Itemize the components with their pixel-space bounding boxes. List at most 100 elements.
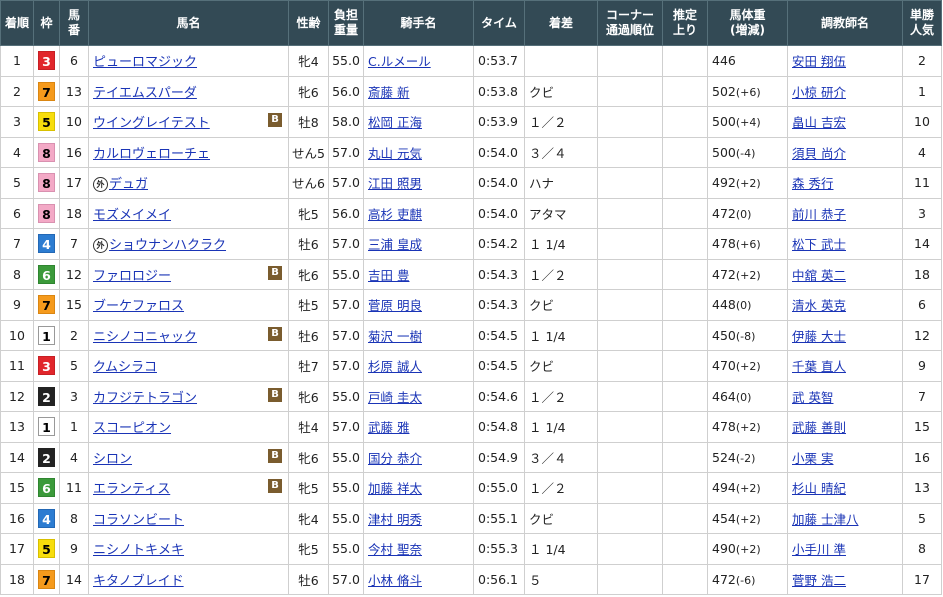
body-weight-change: (+2): [735, 482, 761, 496]
rank-cell: 7: [0, 228, 34, 260]
trainer-link[interactable]: 小手川 準: [792, 542, 846, 557]
time-cell: 0:54.5: [473, 350, 525, 382]
trainer-link[interactable]: 畠山 吉宏: [792, 115, 846, 130]
trainer-link[interactable]: 千葉 直人: [792, 359, 846, 374]
body-weight-value: 490: [712, 541, 736, 557]
horse-link[interactable]: カルロヴェローチェ: [93, 147, 210, 162]
body-weight-value: 472: [712, 571, 736, 587]
horse-cell: ファロロジー B: [88, 258, 289, 290]
trainer-link[interactable]: 小椋 研介: [792, 85, 846, 100]
table-row: 17 5 9 ニシノトキメキ 牝5 55.0 今村 聖奈 0:55.3 １ 1/4 490(+2)…: [0, 533, 942, 565]
horse-link[interactable]: カフジテトラゴン: [93, 391, 197, 406]
waku-badge: 6: [38, 264, 55, 284]
jockey-link[interactable]: 菊沢 一樹: [368, 329, 422, 344]
horse-link[interactable]: ピューロマジック: [93, 55, 197, 70]
waku-badge: 7: [38, 569, 55, 589]
trainer-link[interactable]: 武 英智: [792, 390, 833, 405]
jockey-link[interactable]: 江田 照男: [368, 176, 422, 191]
rank-cell: 10: [0, 319, 34, 351]
popularity-cell: 5: [902, 502, 942, 534]
margin-cell: クビ: [524, 289, 598, 321]
margin-cell: ５: [524, 563, 598, 595]
corner-cell: [597, 136, 663, 168]
body-weight-cell: 478(+2): [707, 411, 788, 443]
horse-cell: 外デュガ: [88, 167, 289, 199]
jockey-link[interactable]: 国分 恭介: [368, 451, 422, 466]
jockey-link[interactable]: 小林 脩斗: [368, 573, 422, 588]
trainer-link[interactable]: 安田 翔伍: [792, 54, 846, 69]
trainer-link[interactable]: 小栗 実: [792, 451, 833, 466]
jockey-link[interactable]: 今村 聖奈: [368, 542, 422, 557]
horse-link[interactable]: シロン: [93, 452, 132, 467]
header-waku: 枠: [33, 0, 60, 46]
body-weight-value: 464: [712, 388, 736, 404]
waku-cell: 1: [33, 319, 60, 351]
horse-link[interactable]: ファロロジー: [93, 269, 171, 284]
horse-link[interactable]: コラソンビート: [93, 513, 184, 528]
jockey-link[interactable]: 加藤 祥太: [368, 481, 422, 496]
horse-link[interactable]: テイエムスパーダ: [93, 86, 197, 101]
jockey-link[interactable]: 武藤 雅: [368, 420, 409, 435]
header-sexage: 性齢: [288, 0, 329, 46]
trainer-link[interactable]: 武藤 善則: [792, 420, 846, 435]
jockey-link[interactable]: 丸山 元気: [368, 146, 422, 161]
last3f-cell: [662, 228, 708, 260]
corner-cell: [597, 502, 663, 534]
last3f-cell: [662, 136, 708, 168]
umaban-cell: 4: [59, 441, 89, 473]
jockey-link[interactable]: 菅原 明良: [368, 298, 422, 313]
jockey-link[interactable]: C.ルメール: [368, 54, 431, 69]
trainer-link[interactable]: 須貝 尚介: [792, 146, 846, 161]
header-time: タイム: [473, 0, 525, 46]
jockey-cell: 斎藤 新: [363, 75, 474, 107]
trainer-link[interactable]: 加藤 士津八: [792, 512, 858, 527]
waku-badge: 4: [38, 508, 55, 528]
horse-link[interactable]: キタノブレイド: [93, 574, 184, 589]
horse-link[interactable]: ショウナンハクラク: [109, 238, 226, 253]
horse-link[interactable]: エランティス: [93, 482, 170, 497]
jockey-link[interactable]: 三浦 皇成: [368, 237, 422, 252]
jockey-link[interactable]: 松岡 正海: [368, 115, 422, 130]
trainer-link[interactable]: 伊藤 大士: [792, 329, 846, 344]
trainer-link[interactable]: 森 秀行: [792, 176, 833, 191]
jockey-link[interactable]: 高杉 吏麒: [368, 207, 422, 222]
horse-link[interactable]: モズメイメイ: [93, 208, 171, 223]
trainer-cell: 安田 翔伍: [787, 45, 903, 77]
last3f-cell: [662, 258, 708, 290]
kinryo-cell: 57.0: [328, 167, 364, 199]
body-weight-cell: 492(+2): [707, 167, 788, 199]
umaban-cell: 12: [59, 258, 89, 290]
jockey-link[interactable]: 津村 明秀: [368, 512, 422, 527]
trainer-link[interactable]: 中舘 英二: [792, 268, 846, 283]
sexage-cell: 牝6: [288, 441, 329, 473]
body-weight-value: 478: [712, 419, 736, 435]
horse-link[interactable]: ブーケファロス: [93, 299, 184, 314]
jockey-cell: 菊沢 一樹: [363, 319, 474, 351]
trainer-link[interactable]: 菅野 浩二: [792, 573, 846, 588]
horse-link[interactable]: ウイングレイテスト: [93, 116, 210, 131]
corner-cell: [597, 45, 663, 77]
kinryo-cell: 55.0: [328, 45, 364, 77]
horse-link[interactable]: ニシノコニャック: [93, 330, 197, 345]
umaban-cell: 14: [59, 563, 89, 595]
waku-badge: 8: [38, 142, 55, 162]
horse-link[interactable]: スコーピオン: [93, 421, 171, 436]
rank-cell: 5: [0, 167, 34, 199]
jockey-cell: 吉田 豊: [363, 258, 474, 290]
trainer-link[interactable]: 松下 武士: [792, 237, 846, 252]
horse-link[interactable]: デュガ: [109, 177, 148, 192]
jockey-link[interactable]: 杉原 誠人: [368, 359, 422, 374]
jockey-link[interactable]: 戸崎 圭太: [368, 390, 422, 405]
trainer-link[interactable]: 杉山 晴紀: [792, 481, 846, 496]
trainer-link[interactable]: 前川 恭子: [792, 207, 846, 222]
body-weight-value: 454: [712, 510, 736, 526]
sexage-cell: せん6: [288, 167, 329, 199]
horse-link[interactable]: ニシノトキメキ: [93, 543, 184, 558]
horse-link[interactable]: クムシラコ: [93, 360, 157, 375]
sexage-cell: 牝4: [288, 502, 329, 534]
body-weight-change: (+6): [735, 85, 761, 99]
jockey-link[interactable]: 吉田 豊: [368, 268, 409, 283]
trainer-link[interactable]: 清水 英克: [792, 298, 846, 313]
jockey-link[interactable]: 斎藤 新: [368, 85, 409, 100]
margin-cell: クビ: [524, 75, 598, 107]
